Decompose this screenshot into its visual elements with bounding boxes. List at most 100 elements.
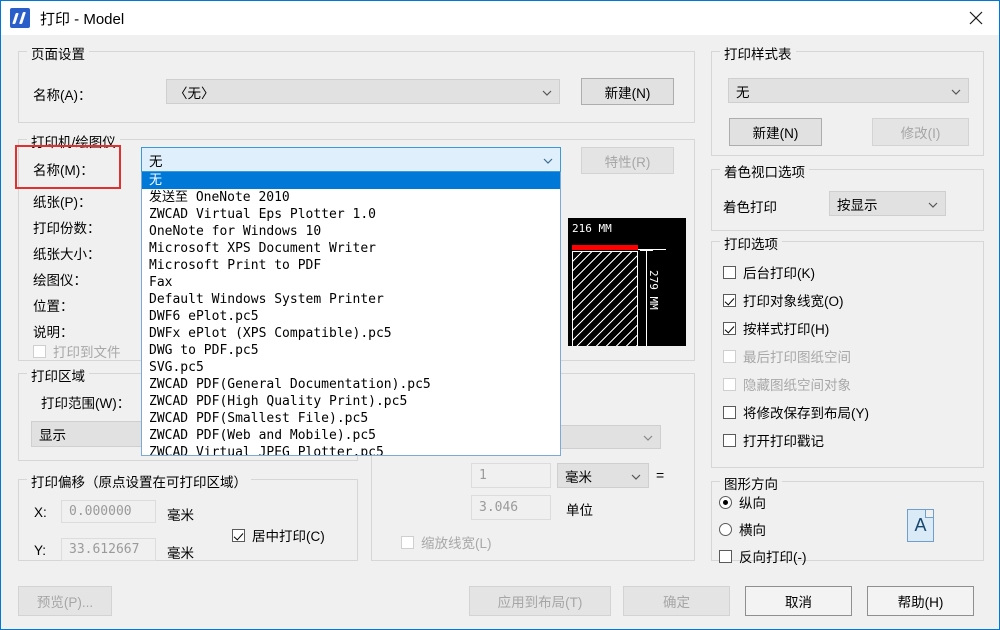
plotter-name-value: 无 bbox=[149, 153, 163, 169]
plot-option-label: 将修改保存到布局(Y) bbox=[743, 406, 869, 421]
orientation-portrait-radio[interactable]: 纵向 bbox=[719, 492, 766, 512]
preview-canvas: 216 MM 279 MM bbox=[568, 218, 686, 346]
style-table-new-button[interactable]: 新建(N) bbox=[729, 118, 822, 146]
plot-option-checkbox[interactable]: 打开打印戳记 bbox=[723, 430, 824, 450]
plotter-paper-label: 纸张(P)： bbox=[33, 195, 92, 210]
landscape-radio-dot bbox=[719, 522, 732, 536]
dropdown-option[interactable]: ZWCAD Virtual Eps Plotter 1.0 bbox=[142, 206, 560, 223]
page-setup-new-button[interactable]: 新建(N) bbox=[581, 78, 674, 105]
plot-option-checkbox[interactable]: 按样式打印(H) bbox=[723, 318, 829, 338]
page-setup-name-combo[interactable]: 〈无〉 bbox=[166, 79, 560, 104]
help-button-label: 帮助(H) bbox=[897, 595, 944, 610]
shaded-plot-combo[interactable]: 按显示 bbox=[829, 191, 946, 216]
plot-option-label: 最后打印图纸空间 bbox=[743, 350, 851, 365]
shaded-viewport-legend: 着色视口选项 bbox=[720, 161, 809, 181]
preview-height-label: 279 MM bbox=[647, 270, 660, 310]
plotter-location-label: 位置： bbox=[33, 299, 74, 314]
dropdown-option[interactable]: ZWCAD PDF(General Documentation).pc5 bbox=[142, 376, 560, 393]
plotter-copies-label: 打印份数： bbox=[33, 221, 101, 236]
dropdown-option[interactable]: SVG.pc5 bbox=[142, 359, 560, 376]
orientation-preview-icon: A bbox=[907, 509, 934, 542]
style-table-legend: 打印样式表 bbox=[720, 43, 796, 63]
dropdown-option[interactable]: DWF6 ePlot.pc5 bbox=[142, 308, 560, 325]
page-setup-name-label: 名称(A)： bbox=[33, 88, 92, 103]
plot-range-label: 打印范围(W)： bbox=[41, 396, 131, 411]
dropdown-option[interactable]: ZWCAD PDF(Web and Mobile).pc5 bbox=[142, 427, 560, 444]
plotter-icon bbox=[10, 8, 30, 28]
title-bar: 打印 - Model bbox=[1, 1, 999, 35]
dropdown-option[interactable]: Default Windows System Printer bbox=[142, 291, 560, 308]
plot-option-box bbox=[723, 265, 736, 279]
plot-scale-unit-value: 毫米 bbox=[565, 469, 592, 485]
dropdown-option[interactable]: DWG to PDF.pc5 bbox=[142, 342, 560, 359]
plot-scale-unit-label: 单位 bbox=[566, 503, 593, 518]
plot-option-box bbox=[723, 405, 736, 419]
dropdown-option[interactable]: OneNote for Windows 10 bbox=[142, 223, 560, 240]
plot-scale-unit-combo[interactable]: 毫米 bbox=[557, 463, 649, 488]
plot-option-label: 后台打印(K) bbox=[743, 266, 815, 281]
plotter-name-combo[interactable]: 无 bbox=[141, 147, 561, 172]
plot-offset-legend: 打印偏移（原点设置在可打印区域） bbox=[27, 471, 251, 491]
plotter-name-label: 名称(M)： bbox=[33, 163, 94, 178]
plot-scale-denominator-field[interactable]: 3.046 bbox=[471, 495, 551, 520]
plot-option-box bbox=[723, 377, 736, 391]
offset-y-value: 33.612667 bbox=[69, 542, 140, 557]
plotter-legend: 打印机/绘图仪 bbox=[27, 131, 120, 151]
style-table-new-label: 新建(N) bbox=[752, 126, 799, 141]
cancel-button-label: 取消 bbox=[785, 595, 812, 610]
help-button[interactable]: 帮助(H) bbox=[867, 586, 974, 616]
dropdown-option[interactable]: Microsoft XPS Document Writer bbox=[142, 240, 560, 257]
shaded-plot-value: 按显示 bbox=[837, 197, 878, 213]
style-table-edit-button: 修改(I) bbox=[872, 118, 969, 146]
offset-x-field[interactable]: 0.000000 bbox=[61, 500, 156, 523]
dropdown-option[interactable]: 无 bbox=[142, 172, 560, 189]
plotter-name-dropdown-list[interactable]: 无发送至 OneNote 2010 ZWCAD Virtual Eps Plott… bbox=[141, 172, 561, 456]
plot-option-checkbox[interactable]: 将修改保存到布局(Y) bbox=[723, 402, 869, 422]
chevron-down-icon bbox=[543, 158, 553, 164]
orientation-reverse-checkbox[interactable]: 反向打印(-) bbox=[719, 546, 807, 566]
center-plot-label: 居中打印(C) bbox=[252, 529, 325, 544]
center-plot-box bbox=[232, 528, 245, 542]
window-title: 打印 - Model bbox=[40, 10, 125, 28]
orientation-reverse-label: 反向打印(-) bbox=[739, 550, 807, 565]
orientation-portrait-label: 纵向 bbox=[739, 496, 766, 511]
print-dialog: 打印 - Model 页面设置 名称(A)： 〈无〉 新建(N) 打印机/绘图仪… bbox=[0, 0, 1000, 630]
plot-scale-numerator-value: 1 bbox=[479, 468, 487, 483]
dropdown-option[interactable]: Microsoft Print to PDF bbox=[142, 257, 560, 274]
dropdown-option[interactable]: Fax bbox=[142, 274, 560, 291]
plot-scale-combo bbox=[546, 425, 661, 449]
chevron-down-icon bbox=[542, 90, 552, 96]
plotter-properties-label: 特性(R) bbox=[604, 154, 651, 170]
style-table-value: 无 bbox=[736, 84, 750, 100]
plot-scale-numerator-field[interactable]: 1 bbox=[471, 463, 551, 488]
plot-option-checkbox[interactable]: 后台打印(K) bbox=[723, 262, 815, 282]
preview-dim-tick-top bbox=[640, 250, 653, 251]
offset-y-unit: 毫米 bbox=[167, 546, 194, 561]
plot-option-checkbox: 隐藏图纸空间对象 bbox=[723, 374, 851, 394]
orientation-landscape-radio[interactable]: 横向 bbox=[719, 519, 766, 539]
plot-option-checkbox[interactable]: 打印对象线宽(O) bbox=[723, 290, 844, 310]
preview-red-margin bbox=[572, 245, 638, 250]
ok-button-label: 确定 bbox=[663, 595, 690, 610]
plot-to-file-checkbox[interactable]: 打印到文件 bbox=[33, 341, 121, 361]
dropdown-option[interactable]: ZWCAD Virtual JPEG Plotter.pc5 bbox=[142, 444, 560, 455]
center-plot-checkbox[interactable]: 居中打印(C) bbox=[232, 525, 325, 545]
dropdown-option[interactable]: ZWCAD PDF(High Quality Print).pc5 bbox=[142, 393, 560, 410]
dropdown-option[interactable]: DWFx ePlot (XPS Compatible).pc5 bbox=[142, 325, 560, 342]
apply-to-layout-button: 应用到布局(T) bbox=[469, 586, 611, 616]
chevron-down-icon bbox=[631, 474, 641, 480]
plot-option-checkbox: 最后打印图纸空间 bbox=[723, 346, 851, 366]
plot-option-label: 打开打印戳记 bbox=[743, 434, 824, 449]
preview-button: 预览(P)... bbox=[18, 586, 112, 616]
close-icon[interactable] bbox=[953, 1, 999, 34]
dropdown-option[interactable]: ZWCAD PDF(Smallest File).pc5 bbox=[142, 410, 560, 427]
orientation-legend: 图形方向 bbox=[720, 473, 782, 493]
cancel-button[interactable]: 取消 bbox=[745, 586, 852, 616]
paper-preview: 216 MM 279 MM bbox=[568, 211, 688, 356]
dropdown-option[interactable]: 发送至 OneNote 2010 bbox=[142, 189, 560, 206]
offset-y-field[interactable]: 33.612667 bbox=[61, 538, 156, 561]
style-table-combo[interactable]: 无 bbox=[728, 78, 969, 103]
plotter-properties-button: 特性(R) bbox=[581, 147, 674, 174]
preview-hatch-area bbox=[572, 251, 638, 346]
scale-lineweight-checkbox[interactable]: 缩放线宽(L) bbox=[401, 532, 492, 552]
